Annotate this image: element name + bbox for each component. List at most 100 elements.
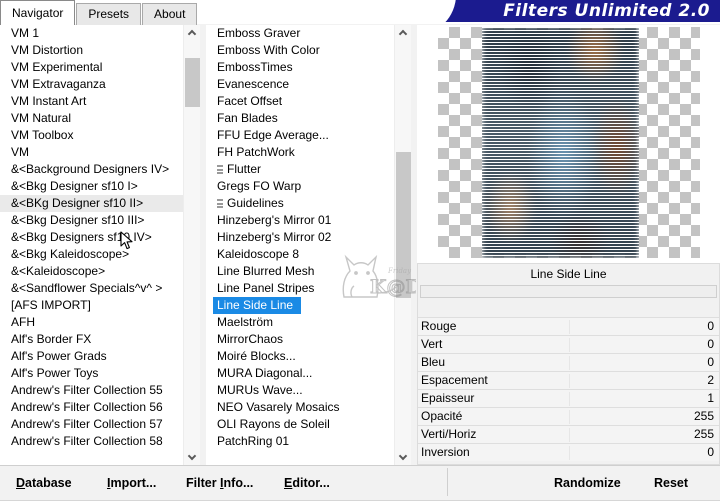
category-item-label: Alf's Power Toys bbox=[11, 366, 99, 380]
scrollbar-thumb[interactable] bbox=[185, 58, 200, 107]
scroll-up-arrow-icon[interactable] bbox=[395, 25, 411, 42]
effect-item-row[interactable]: Fan Blades bbox=[206, 110, 394, 127]
database-button[interactable]: Database bbox=[16, 473, 72, 493]
effect-item-row[interactable]: Kaleidoscope 8 bbox=[206, 246, 394, 263]
category-item-row[interactable]: VM Toolbox bbox=[0, 127, 183, 144]
effect-item-row[interactable]: Evanescence bbox=[206, 76, 394, 93]
scroll-up-arrow-icon[interactable] bbox=[184, 25, 200, 42]
effect-item-row[interactable]: FH PatchWork bbox=[206, 144, 394, 161]
effect-item-row[interactable]: Facet Offset bbox=[206, 93, 394, 110]
category-item-row[interactable]: &<Kaleidoscope> bbox=[0, 263, 183, 280]
effect-item-row[interactable]: OLI Rayons de Soleil bbox=[206, 416, 394, 433]
category-item-label: VM Instant Art bbox=[11, 94, 87, 108]
category-item-row[interactable]: Andrew's Filter Collection 58 bbox=[0, 433, 183, 450]
effect-item-row[interactable]: Line Side Line bbox=[206, 297, 394, 314]
category-item-row[interactable]: Alf's Border FX bbox=[0, 331, 183, 348]
category-item-label: Alf's Border FX bbox=[11, 332, 92, 346]
effect-item-row[interactable]: Emboss Graver bbox=[206, 25, 394, 42]
category-item-row[interactable]: Alf's Power Toys bbox=[0, 365, 183, 382]
category-item-row[interactable]: &<Sandflower Specials^v^ > bbox=[0, 280, 183, 297]
category-item-row[interactable]: Andrew's Filter Collection 55 bbox=[0, 382, 183, 399]
tab-presets[interactable]: Presets bbox=[76, 3, 142, 25]
effect-item-row[interactable]: Emboss With Color bbox=[206, 42, 394, 59]
parameter-row[interactable]: Opacité 255 bbox=[418, 407, 719, 425]
editor-button[interactable]: Editor... bbox=[284, 473, 330, 493]
scroll-down-arrow-icon[interactable] bbox=[395, 448, 411, 465]
preset-slot-bar[interactable] bbox=[420, 285, 717, 298]
effect-item-row[interactable]: Gregs FO Warp bbox=[206, 178, 394, 195]
tab-navigator[interactable]: Navigator bbox=[0, 0, 76, 25]
parameter-row[interactable]: Vert 0 bbox=[418, 335, 719, 353]
filter-preview-panel[interactable] bbox=[417, 25, 720, 260]
tab-about[interactable]: About bbox=[142, 3, 198, 25]
category-item-label: &<Bkg Kaleidoscope> bbox=[11, 247, 130, 261]
effect-item-row[interactable]: NEO Vasarely Mosaics bbox=[206, 399, 394, 416]
effect-item-row[interactable]: Hinzeberg's Mirror 02 bbox=[206, 229, 394, 246]
category-item-row[interactable]: VM 1 bbox=[0, 25, 183, 42]
category-item-row[interactable]: [AFS IMPORT] bbox=[0, 297, 183, 314]
import-button[interactable]: Import... bbox=[107, 473, 156, 493]
effect-item-row[interactable]: Maelström bbox=[206, 314, 394, 331]
preview-image[interactable] bbox=[482, 27, 639, 258]
effect-item-row[interactable]: EmbossTimes bbox=[206, 59, 394, 76]
effect-item-row[interactable]: Line Blurred Mesh bbox=[206, 263, 394, 280]
parameter-row[interactable]: Espacement 2 bbox=[418, 371, 719, 389]
category-item-row[interactable]: VM Instant Art bbox=[0, 93, 183, 110]
parameter-row[interactable]: Verti/Horiz 255 bbox=[418, 425, 719, 443]
effect-item-label: FH PatchWork bbox=[217, 145, 295, 159]
effect-item-label[interactable]: Line Side Line bbox=[213, 297, 302, 314]
category-item-row[interactable]: &<BKg Designer sf10 II> bbox=[0, 195, 183, 212]
category-item-row[interactable]: &<Background Designers IV> bbox=[0, 161, 183, 178]
effect-scrollbar[interactable] bbox=[394, 25, 411, 465]
category-item-row[interactable]: &<Bkg Designers sf10 IV> bbox=[0, 229, 183, 246]
effect-item-row[interactable]: PatchRing 01 bbox=[206, 433, 394, 450]
category-item-row[interactable]: AFH bbox=[0, 314, 183, 331]
effect-item-row[interactable]: MURA Diagonal... bbox=[206, 365, 394, 382]
category-scrollbar[interactable] bbox=[183, 25, 200, 465]
category-item-row[interactable]: &<Bkg Designer sf10 I> bbox=[0, 178, 183, 195]
category-item-row[interactable]: VM bbox=[0, 144, 183, 161]
parameter-slider-tick bbox=[568, 374, 570, 388]
filter-info-button[interactable]: Filter Info... bbox=[186, 473, 253, 493]
parameter-row[interactable]: Bleu 0 bbox=[418, 353, 719, 371]
effect-item-label: Guidelines bbox=[227, 196, 284, 210]
parameter-row[interactable]: Rouge 0 bbox=[418, 317, 719, 335]
tab-strip: Navigator Presets About bbox=[0, 0, 198, 25]
category-item-row[interactable]: VM Distortion bbox=[0, 42, 183, 59]
scroll-down-arrow-icon[interactable] bbox=[184, 448, 200, 465]
parameter-row[interactable]: Inversion 0 bbox=[418, 443, 719, 461]
effect-item-row[interactable]: Line Panel Stripes bbox=[206, 280, 394, 297]
filter-effect-list[interactable]: Emboss Graver Emboss With Color EmbossTime… bbox=[206, 25, 394, 465]
category-item-row[interactable]: &<Bkg Designer sf10 III> bbox=[0, 212, 183, 229]
parameter-slider-tick bbox=[568, 410, 570, 424]
effect-item-row[interactable]: MURUs Wave... bbox=[206, 382, 394, 399]
category-item-row[interactable]: Andrew's Filter Collection 57 bbox=[0, 416, 183, 433]
reset-button[interactable]: Reset bbox=[654, 473, 688, 493]
category-item-label: &<Bkg Designer sf10 III> bbox=[11, 213, 145, 227]
parameter-panel-title: Line Side Line bbox=[418, 264, 719, 285]
category-item-row[interactable]: VM Experimental bbox=[0, 59, 183, 76]
effect-item-row[interactable]: Moiré Blocks... bbox=[206, 348, 394, 365]
category-item-row[interactable]: VM Natural bbox=[0, 110, 183, 127]
category-item-row[interactable]: Alf's Power Grads bbox=[0, 348, 183, 365]
parameter-value: 0 bbox=[707, 355, 714, 369]
filter-category-list[interactable]: VM 1 VM Distortion VM Experimental VM Extra… bbox=[0, 25, 183, 465]
category-item-label: VM 1 bbox=[11, 26, 40, 40]
category-item-row[interactable]: Andrew's Filter Collection 56 bbox=[0, 399, 183, 416]
parameter-slider-tick bbox=[568, 320, 570, 334]
effect-item-row[interactable]: Flutter bbox=[206, 161, 394, 178]
effect-item-label: FFU Edge Average... bbox=[217, 128, 329, 142]
scrollbar-thumb[interactable] bbox=[396, 151, 411, 298]
category-item-row[interactable]: &<Bkg Kaleidoscope> bbox=[0, 246, 183, 263]
effect-item-row[interactable]: FFU Edge Average... bbox=[206, 127, 394, 144]
effect-item-row[interactable]: Guidelines bbox=[206, 195, 394, 212]
effect-item-label: Gregs FO Warp bbox=[217, 179, 302, 193]
effect-item-row[interactable]: Hinzeberg's Mirror 01 bbox=[206, 212, 394, 229]
category-item-row[interactable]: VM Extravaganza bbox=[0, 76, 183, 93]
category-item-label: [AFS IMPORT] bbox=[11, 298, 91, 312]
preview-scanline-overlay bbox=[482, 27, 639, 258]
effect-item-label: Kaleidoscope 8 bbox=[217, 247, 300, 261]
randomize-button[interactable]: Randomize bbox=[554, 473, 621, 493]
effect-item-row[interactable]: MirrorChaos bbox=[206, 331, 394, 348]
parameter-row[interactable]: Epaisseur 1 bbox=[418, 389, 719, 407]
